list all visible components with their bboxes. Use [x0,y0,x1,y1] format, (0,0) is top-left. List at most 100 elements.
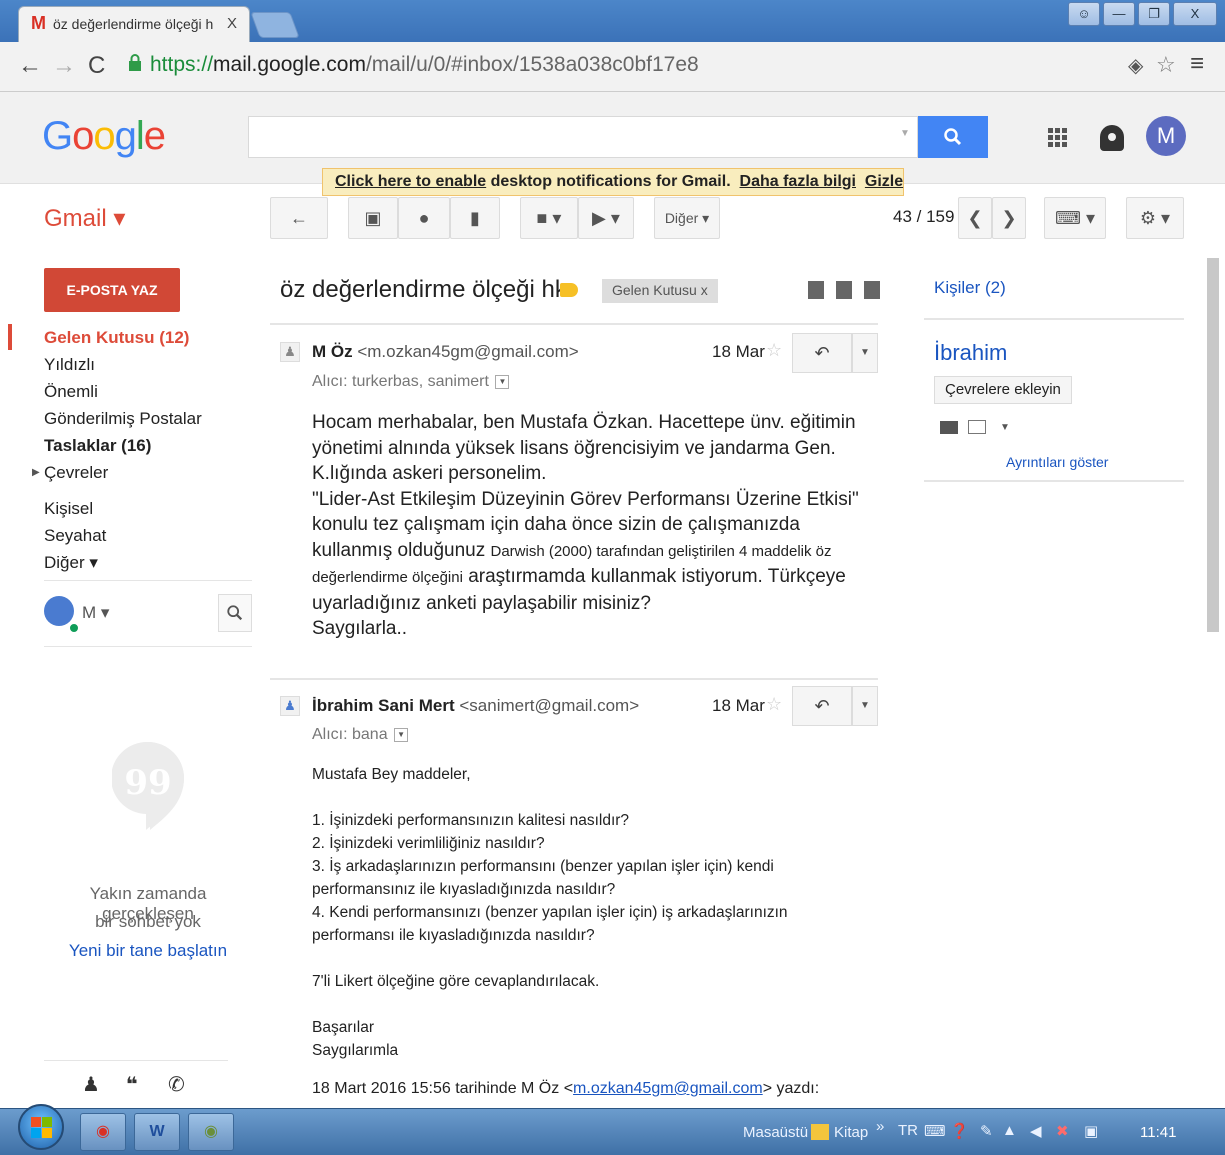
tab-close-icon[interactable]: X [227,15,237,32]
more-info-link[interactable]: Daha fazla bilgi [740,173,856,190]
maximize-icon[interactable]: ❐ [1138,2,1170,26]
chrome-taskbar-icon[interactable]: ◉ [80,1113,126,1151]
chevron-down-icon[interactable]: ▼ [1000,422,1010,433]
message-recipients[interactable]: Alıcı: bana ▼ [312,726,409,744]
more-options-button[interactable]: ▼ [852,333,878,373]
back-arrow-icon[interactable]: ← [18,52,42,80]
display-icon[interactable]: ▣ [1084,1122,1098,1140]
word-taskbar-icon[interactable]: W [134,1113,180,1151]
extension-icon[interactable]: ◈ [1128,53,1143,78]
nav-more[interactable]: Diğer ▾ [44,553,98,573]
show-details-link[interactable]: Ayrıntıları göster [1006,454,1108,470]
app-taskbar-icon[interactable]: ◉ [188,1113,234,1151]
language-indicator[interactable]: TR [898,1122,918,1139]
reload-icon[interactable]: C [88,52,105,80]
older-message-button[interactable]: ❯ [992,197,1026,239]
chevron-right-icon: ❯ [1001,208,1017,228]
bookmark-star-icon[interactable]: ☆ [1156,52,1176,78]
divider [44,580,252,581]
people-header[interactable]: Kişiler (2) [934,278,1006,298]
url-text[interactable]: https://mail.google.com/mail/u/0/#inbox/… [150,53,699,77]
input-tools-button[interactable]: ⌨ ▾ [1044,197,1106,239]
phone-icon[interactable]: ✆ [168,1072,185,1097]
nav-starred[interactable]: Yıldızlı [44,355,95,375]
show-details-icon[interactable]: ▼ [495,374,510,389]
move-to-button[interactable]: ■ ▾ [520,197,578,239]
message-recipients[interactable]: Alıcı: turkerbas, sanimert ▼ [312,373,510,391]
newer-message-button[interactable]: ❮ [958,197,992,239]
labels-button[interactable]: ▶ ▾ [578,197,634,239]
scrollbar[interactable] [1207,258,1219,632]
tray-kitap-toolbar[interactable]: Kitap [834,1124,868,1141]
keyboard-icon[interactable]: ⌨ [924,1122,946,1140]
sender-avatar[interactable]: ♟ [280,342,300,362]
nav-travel[interactable]: Seyahat [44,526,106,546]
nav-important[interactable]: Önemli [44,382,98,402]
mail-icon[interactable] [968,420,986,434]
contact-card-icon[interactable] [940,421,958,434]
show-details-icon[interactable]: ▼ [394,727,409,742]
reply-button[interactable]: ↶ [792,333,852,373]
inbox-label-chip[interactable]: Gelen Kutusu x [602,279,718,303]
expand-all-icon[interactable] [808,281,824,299]
search-button[interactable] [918,116,988,158]
nav-inbox[interactable]: Gelen Kutusu (12) [44,328,189,348]
hangouts-search-button[interactable] [218,594,252,632]
nav-personal[interactable]: Kişisel [44,499,93,519]
nav-drafts[interactable]: Taslaklar (16) [44,436,151,456]
contact-name[interactable]: İbrahim [934,340,1007,366]
start-button[interactable] [18,1104,64,1150]
quoted-email-link[interactable]: m.ozkan45gm@gmail.com [573,1080,763,1097]
nav-sent[interactable]: Gönderilmiş Postalar [44,409,202,429]
search-options-icon[interactable]: ▼ [900,128,910,139]
pen-icon[interactable]: ✎ [980,1122,993,1140]
compose-button[interactable]: E-POSTA YAZ [44,268,180,312]
profile-window-icon[interactable]: ☺ [1068,2,1100,26]
folder-icon [811,1124,829,1140]
minimize-icon[interactable]: — [1103,2,1135,26]
volume-icon[interactable]: ◀ [1030,1122,1042,1140]
message-sender[interactable]: M Öz <m.ozkan45gm@gmail.com> [312,342,579,362]
expand-arrow-icon[interactable]: ▶ [32,467,40,478]
more-actions-button[interactable]: Diğer ▾ [654,197,720,239]
star-icon[interactable]: ☆ [766,340,782,361]
network-warning-icon[interactable]: ✖ [1056,1122,1069,1140]
hangouts-icon[interactable]: ❝ [126,1072,138,1097]
account-avatar[interactable]: M [1146,116,1186,156]
forward-arrow-icon[interactable]: → [52,52,76,80]
browser-menu-icon[interactable]: ≡ [1190,50,1204,78]
nav-circles[interactable]: Çevreler [44,463,108,483]
more-options-button[interactable]: ▼ [852,686,878,726]
star-icon[interactable]: ☆ [766,694,782,715]
sender-avatar[interactable]: ♟ [280,696,300,716]
start-chat-link[interactable]: Yeni bir tane başlatın [48,941,248,961]
search-input[interactable] [248,116,918,158]
delete-button[interactable]: ▮ [450,197,500,239]
notifications-icon[interactable] [1100,125,1124,151]
help-icon[interactable]: ❓ [950,1122,969,1140]
tray-up-arrow-icon[interactable]: ▲ [1002,1122,1017,1139]
google-logo[interactable]: Google [42,114,166,159]
browser-tab[interactable]: M öz değerlendirme ölçeği h X [18,6,250,42]
enable-notifications-link[interactable]: Click here to enable [335,173,486,190]
close-window-icon[interactable]: X [1173,2,1217,26]
report-spam-button[interactable]: ● [398,197,450,239]
hangouts-user-menu[interactable]: M ▾ [82,603,109,623]
print-icon[interactable] [836,281,852,299]
add-to-circles-button[interactable]: Çevrelere ekleyin [934,376,1072,404]
message-sender[interactable]: İbrahim Sani Mert <sanimert@gmail.com> [312,696,639,716]
tray-desktop-toolbar[interactable]: Masaüstü [743,1124,808,1141]
new-window-icon[interactable] [864,281,880,299]
hangouts-avatar[interactable] [44,596,74,626]
settings-button[interactable]: ⚙ ▾ [1126,197,1184,239]
hide-link[interactable]: Gizle [865,173,903,190]
apps-grid-icon[interactable] [1048,128,1068,148]
tray-overflow-icon[interactable]: » [876,1118,884,1135]
reply-button[interactable]: ↶ [792,686,852,726]
label-tag-icon[interactable] [560,283,578,297]
contacts-icon[interactable]: ♟ [82,1072,100,1097]
clock[interactable]: 11:41 [1140,1124,1176,1141]
gmail-menu[interactable]: Gmail ▾ [44,204,125,233]
archive-button[interactable]: ▣ [348,197,398,239]
back-to-inbox-button[interactable]: ← [270,197,328,239]
